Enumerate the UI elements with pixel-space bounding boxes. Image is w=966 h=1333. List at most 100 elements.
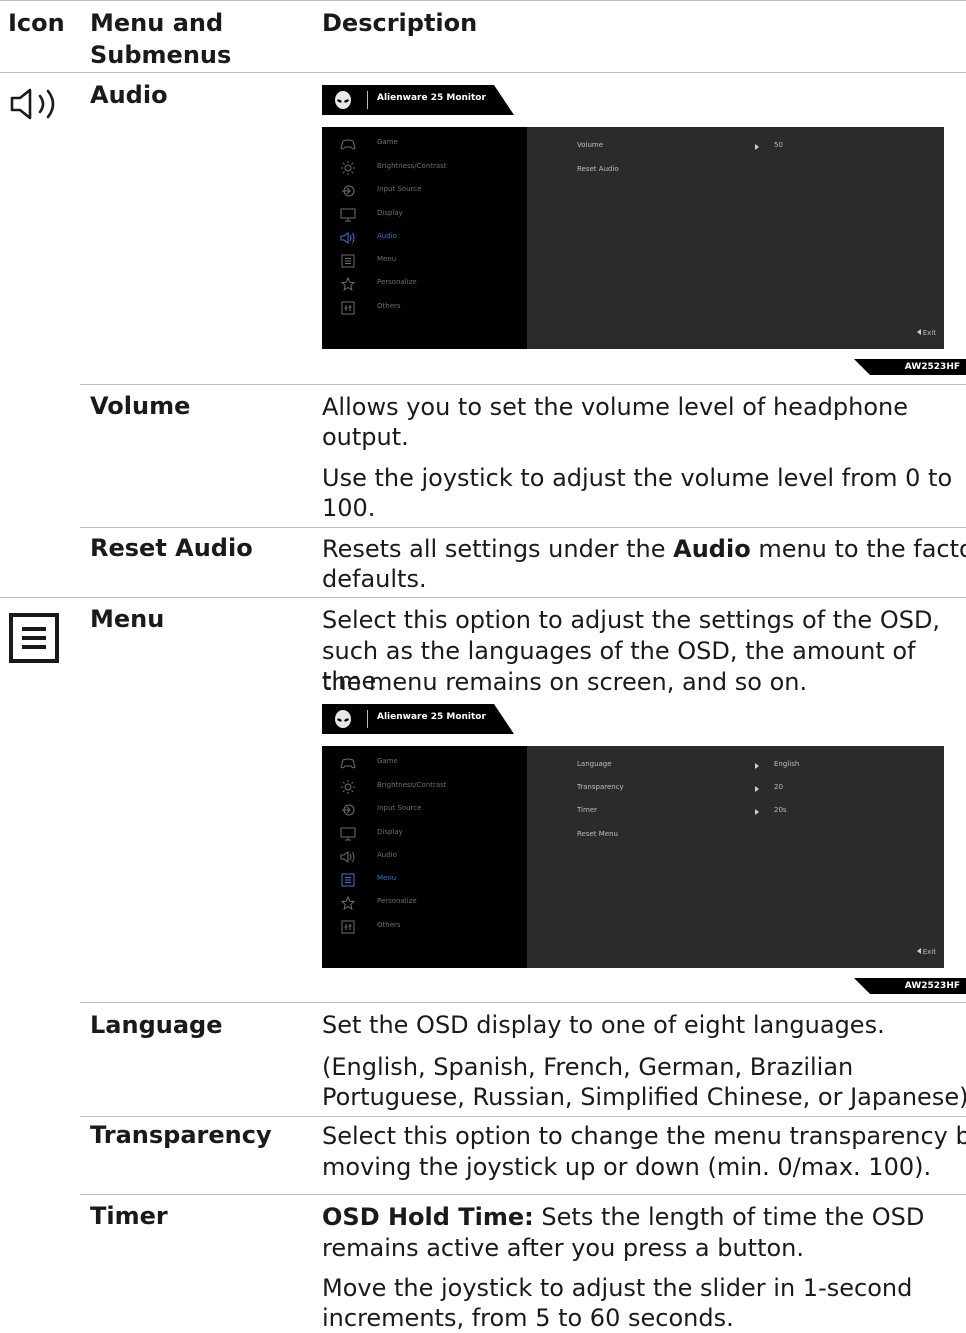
osd-exit: Exit (916, 329, 936, 337)
others-icon (341, 301, 355, 315)
osd-menu-label: Menu (377, 874, 397, 882)
submenu-title-language: Language (90, 1011, 223, 1039)
text-run: Resets all settings under the (322, 535, 674, 563)
submenu-title-timer: Timer (90, 1202, 168, 1230)
osd-setting-label: Reset Audio (577, 165, 619, 173)
speaker-icon (340, 851, 355, 863)
input-source-icon (342, 185, 355, 197)
transparency-desc-line: Select this option to change the menu tr… (322, 1122, 966, 1150)
osd-menu-label: Others (377, 921, 401, 929)
brightness-icon (341, 780, 355, 794)
menu-title-audio: Audio (90, 81, 168, 109)
osd-menu-item-brightness: Brightness/Contrast (322, 777, 527, 797)
osd-setting-label: Timer (577, 806, 598, 814)
submenu-title-transparency: Transparency (90, 1121, 272, 1149)
osd-setting-row: Timer 20s (577, 806, 937, 820)
gamepad-icon (340, 139, 356, 150)
osd-exit: Exit (916, 948, 936, 956)
osd-setting-row: Transparency 20 (577, 783, 937, 797)
osd-menu-label: Audio (377, 851, 397, 859)
osd-menu-label: Brightness/Contrast (377, 162, 447, 170)
volume-desc-line: output. (322, 423, 409, 451)
osd-menu-item-menu: Menu (322, 251, 527, 271)
arrow-right-icon (755, 786, 759, 792)
menu-title-menu: Menu (90, 605, 165, 633)
osd-menu-label: Game (377, 757, 398, 765)
osd-menu-item-others: Others (322, 298, 527, 318)
osd-menu-label: Brightness/Contrast (377, 781, 447, 789)
osd-brand-title: Alienware 25 Monitor (377, 93, 486, 103)
alienware-logo-icon (335, 91, 351, 109)
osd-setting-label: Volume (577, 141, 604, 149)
osd-screenshot-audio: Alienware 25 Monitor Game Brightness/Con… (322, 85, 966, 375)
submenu-title-reset-audio: Reset Audio (90, 534, 253, 562)
osd-menu-label: Input Source (377, 185, 422, 193)
osd-panel: Game Brightness/Contrast Input Source Di… (322, 127, 944, 349)
timer-desc-line: increments, from 5 to 60 seconds. (322, 1304, 734, 1332)
osd-menu-item-input: Input Source (322, 181, 527, 201)
osd-setting-label: Language (577, 760, 612, 768)
timer-desc-line: Move the joystick to adjust the slider i… (322, 1274, 913, 1302)
osd-setting-value: 50 (774, 141, 783, 149)
col-header-icon: Icon (8, 9, 65, 37)
osd-menu-item-display: Display (322, 824, 527, 844)
osd-setting-value: English (774, 760, 800, 768)
osd-menu-item-game: Game (322, 134, 527, 154)
timer-desc-line: OSD Hold Time: Sets the length of time t… (322, 1202, 924, 1232)
alienware-logo-icon (335, 710, 351, 728)
speaker-icon (340, 232, 355, 244)
osd-menu-list: Game Brightness/Contrast Input Source Di… (322, 127, 527, 349)
osd-setting-row: Reset Menu (577, 830, 937, 844)
osd-model-label: AW2523HF (904, 981, 960, 991)
row-rule (80, 384, 966, 385)
osd-exit-label: Exit (922, 948, 936, 956)
submenu-title-volume: Volume (90, 392, 191, 420)
row-rule (80, 1116, 966, 1117)
menu-list-icon (8, 612, 60, 664)
display-icon (340, 827, 356, 841)
arrow-right-icon (755, 763, 759, 769)
header-rule (0, 72, 966, 73)
timer-desc-line: remains active after you press a button. (322, 1234, 805, 1262)
osd-panel: Game Brightness/Contrast Input Source Di… (322, 746, 944, 968)
osd-menu-item-display: Display (322, 205, 527, 225)
osd-menu-item-personalize: Personalize (322, 893, 527, 913)
star-icon (340, 277, 356, 291)
osd-menu-label: Display (377, 828, 403, 836)
menu-desc-line: Select this option to adjust the setting… (322, 606, 941, 634)
others-icon (341, 920, 355, 934)
osd-menu-item-brightness: Brightness/Contrast (322, 158, 527, 178)
col-header-description: Description (322, 9, 478, 37)
transparency-desc-line: moving the joystick up or down (min. 0/m… (322, 1153, 932, 1181)
menu-list-icon (341, 873, 355, 887)
brightness-icon (341, 161, 355, 175)
osd-menu-label: Personalize (377, 897, 417, 905)
col-header-menu-line2: Submenus (90, 41, 232, 69)
osd-setting-value: 20s (774, 806, 787, 814)
osd-menu-item-audio: Audio (322, 847, 527, 867)
osd-menu-label: Personalize (377, 278, 417, 286)
text-run-bold: Audio (673, 535, 751, 563)
language-desc-line: Set the OSD display to one of eight lang… (322, 1011, 885, 1039)
osd-brand-title: Alienware 25 Monitor (377, 712, 486, 722)
menu-desc-line: the menu remains on screen, and so on. (322, 668, 808, 696)
row-rule (80, 1002, 966, 1003)
osd-model-label: AW2523HF (904, 362, 960, 372)
osd-menu-item-game: Game (322, 753, 527, 773)
osd-setting-row: Reset Audio (577, 165, 937, 179)
speaker-icon (8, 86, 64, 122)
osd-menu-item-menu: Menu (322, 870, 527, 890)
volume-desc-line: Use the joystick to adjust the volume le… (322, 464, 953, 492)
text-run-bold: OSD Hold Time: (322, 1203, 534, 1231)
arrow-right-icon (755, 144, 759, 150)
osd-menu-item-input: Input Source (322, 800, 527, 820)
osd-model-tag: AW2523HF (854, 359, 966, 375)
volume-desc-line: 100. (322, 494, 376, 522)
osd-exit-label: Exit (922, 329, 936, 337)
gamepad-icon (340, 758, 356, 769)
osd-setting-label: Reset Menu (577, 830, 618, 838)
reset-audio-desc-line: Resets all settings under the Audio menu… (322, 534, 966, 564)
osd-menu-list: Game Brightness/Contrast Input Source Di… (322, 746, 527, 968)
input-source-icon (342, 804, 355, 816)
osd-model-tag: AW2523HF (854, 978, 966, 994)
